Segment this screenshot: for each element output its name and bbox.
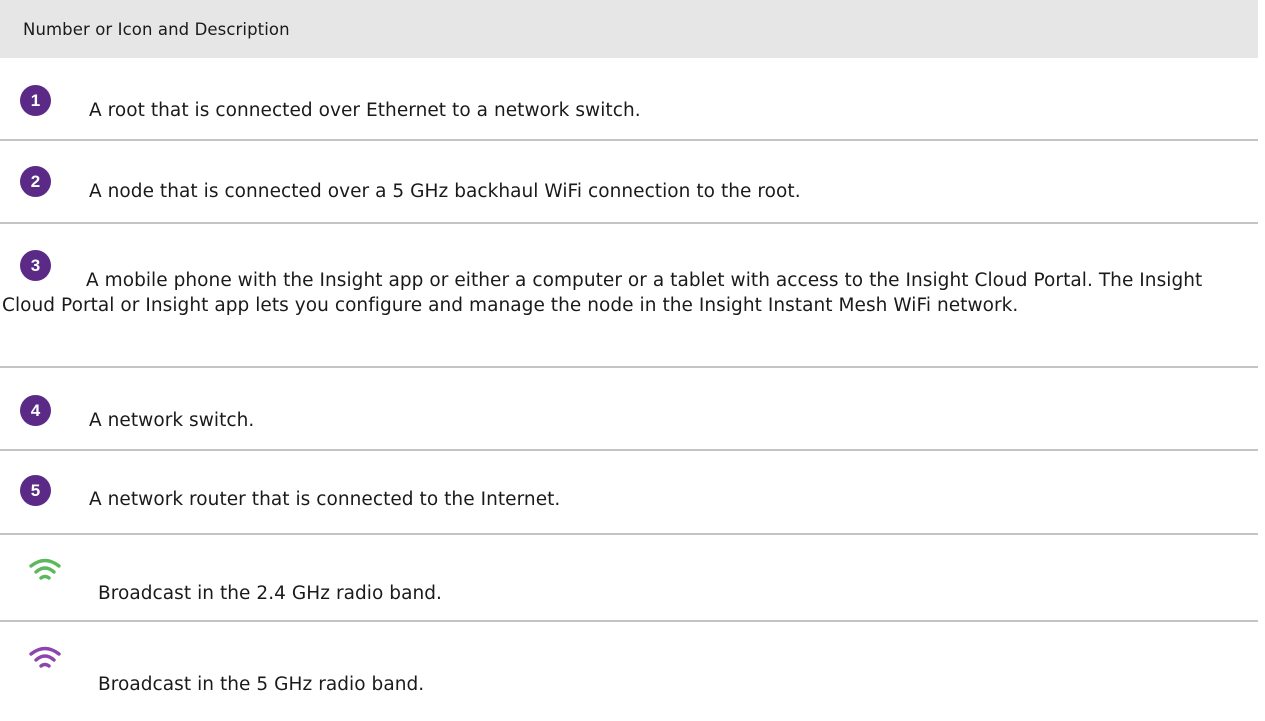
row-description: A network router that is connected to th… — [89, 489, 561, 510]
number-badge-1: 1 — [20, 85, 51, 116]
wifi-purple-icon — [29, 646, 61, 668]
table-row: 2 A node that is connected over a 5 GHz … — [0, 141, 1258, 224]
row-description: A node that is connected over a 5 GHz ba… — [89, 181, 801, 202]
table-header: Number or Icon and Description — [0, 0, 1258, 58]
table-row: Broadcast in the 5 GHz radio band. — [0, 622, 1258, 721]
number-badge-2: 2 — [20, 166, 51, 197]
row-description: Broadcast in the 2.4 GHz radio band. — [98, 583, 442, 604]
number-badge-5: 5 — [20, 475, 51, 506]
table-row: 5 A network router that is connected to … — [0, 451, 1258, 535]
table-row: Broadcast in the 2.4 GHz radio band. — [0, 535, 1258, 622]
table-row: 3 A mobile phone with the Insight app or… — [0, 224, 1258, 368]
wifi-green-icon — [29, 558, 61, 580]
table-row: 4 A network switch. — [0, 368, 1258, 451]
table-row: 1 A root that is connected over Ethernet… — [0, 58, 1258, 141]
row-description: A network switch. — [89, 410, 255, 431]
number-badge-4: 4 — [20, 395, 51, 426]
row-description: A mobile phone with the Insight app or e… — [2, 270, 1203, 316]
header-title: Number or Icon and Description — [23, 19, 290, 39]
legend-table: Number or Icon and Description 1 A root … — [0, 0, 1258, 721]
row-description: Broadcast in the 5 GHz radio band. — [98, 674, 425, 695]
row-description: A root that is connected over Ethernet t… — [89, 100, 641, 121]
